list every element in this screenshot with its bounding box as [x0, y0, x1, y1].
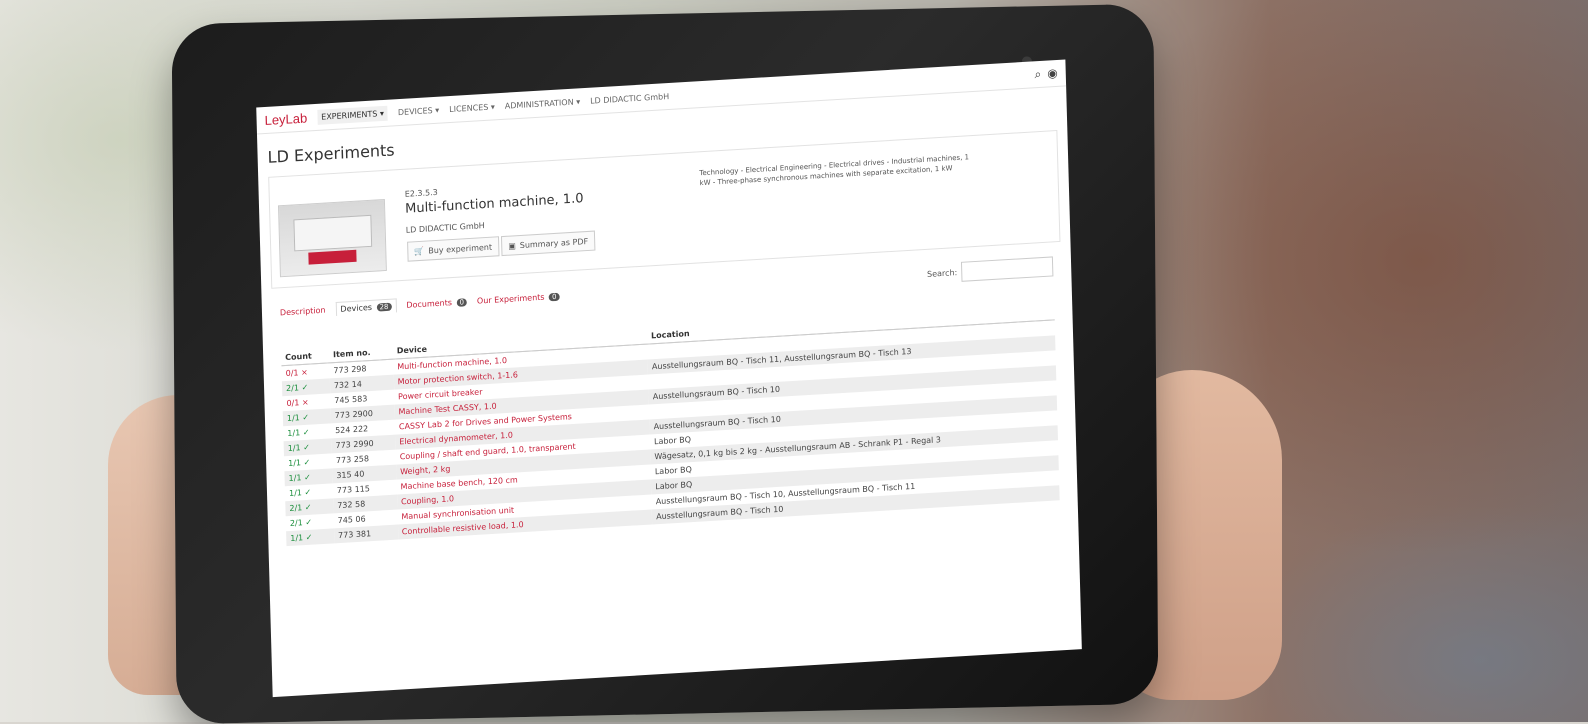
tab-documents[interactable]: Documents 0	[406, 297, 468, 310]
devices-badge: 28	[376, 302, 392, 312]
summary-pdf-label: Summary as PDF	[519, 236, 589, 250]
nav-experiments[interactable]: EXPERIMENTS ▾	[316, 105, 389, 125]
logo-ley: Ley	[264, 111, 286, 128]
top-icons: ⌕ ◉	[1034, 65, 1058, 81]
tab-documents-label: Documents	[406, 297, 453, 310]
tablet-device: LeyLab EXPERIMENTS ▾ DEVICES ▾ LICENCES …	[171, 3, 1159, 724]
tab-devices[interactable]: Devices 28	[335, 298, 397, 317]
pdf-icon: ▣	[508, 240, 516, 251]
tab-our-experiments-label: Our Experiments	[476, 292, 545, 306]
user-icon[interactable]: ◉	[1047, 65, 1058, 81]
logo-lab: Lab	[285, 109, 308, 127]
brand-logo[interactable]: LeyLab	[264, 110, 307, 128]
buy-experiment-label: Buy experiment	[428, 242, 493, 255]
nav-administration[interactable]: ADMINISTRATION ▾	[505, 97, 581, 110]
cart-icon: 🛒	[414, 246, 425, 256]
tab-devices-label: Devices	[340, 302, 373, 314]
documents-badge: 0	[456, 297, 468, 307]
experiment-breadcrumb: Technology - Electrical Engineering - El…	[699, 153, 970, 188]
experiment-thumbnail	[277, 198, 387, 278]
nav-company[interactable]: LD DIDACTIC GmbH	[590, 91, 669, 105]
experiment-code: E2.3.5.3	[404, 187, 438, 199]
nav-devices[interactable]: DEVICES ▾	[398, 105, 440, 116]
our-experiments-badge: 0	[548, 292, 560, 301]
search-icon[interactable]: ⌕	[1034, 66, 1041, 81]
tab-description[interactable]: Description	[280, 305, 326, 317]
search-label: Search:	[926, 267, 958, 279]
tab-our-experiments[interactable]: Our Experiments 0	[477, 291, 560, 305]
search-input[interactable]	[960, 256, 1054, 282]
nav-licences[interactable]: LICENCES ▾	[449, 102, 495, 114]
count-cell: 1/1 ✓	[286, 528, 335, 547]
tablet-screen: LeyLab EXPERIMENTS ▾ DEVICES ▾ LICENCES …	[256, 59, 1082, 698]
summary-pdf-button[interactable]: ▣ Summary as PDF	[500, 230, 596, 257]
experiment-company: LD DIDACTIC GmbH	[405, 221, 485, 235]
search-area: Search:	[927, 256, 1054, 283]
devices-table: Count Item no. Device Location 0/1 × 773 …	[281, 304, 1060, 547]
item-cell: 773 381	[333, 524, 399, 544]
buy-experiment-button[interactable]: 🛒 Buy experiment	[407, 236, 500, 262]
